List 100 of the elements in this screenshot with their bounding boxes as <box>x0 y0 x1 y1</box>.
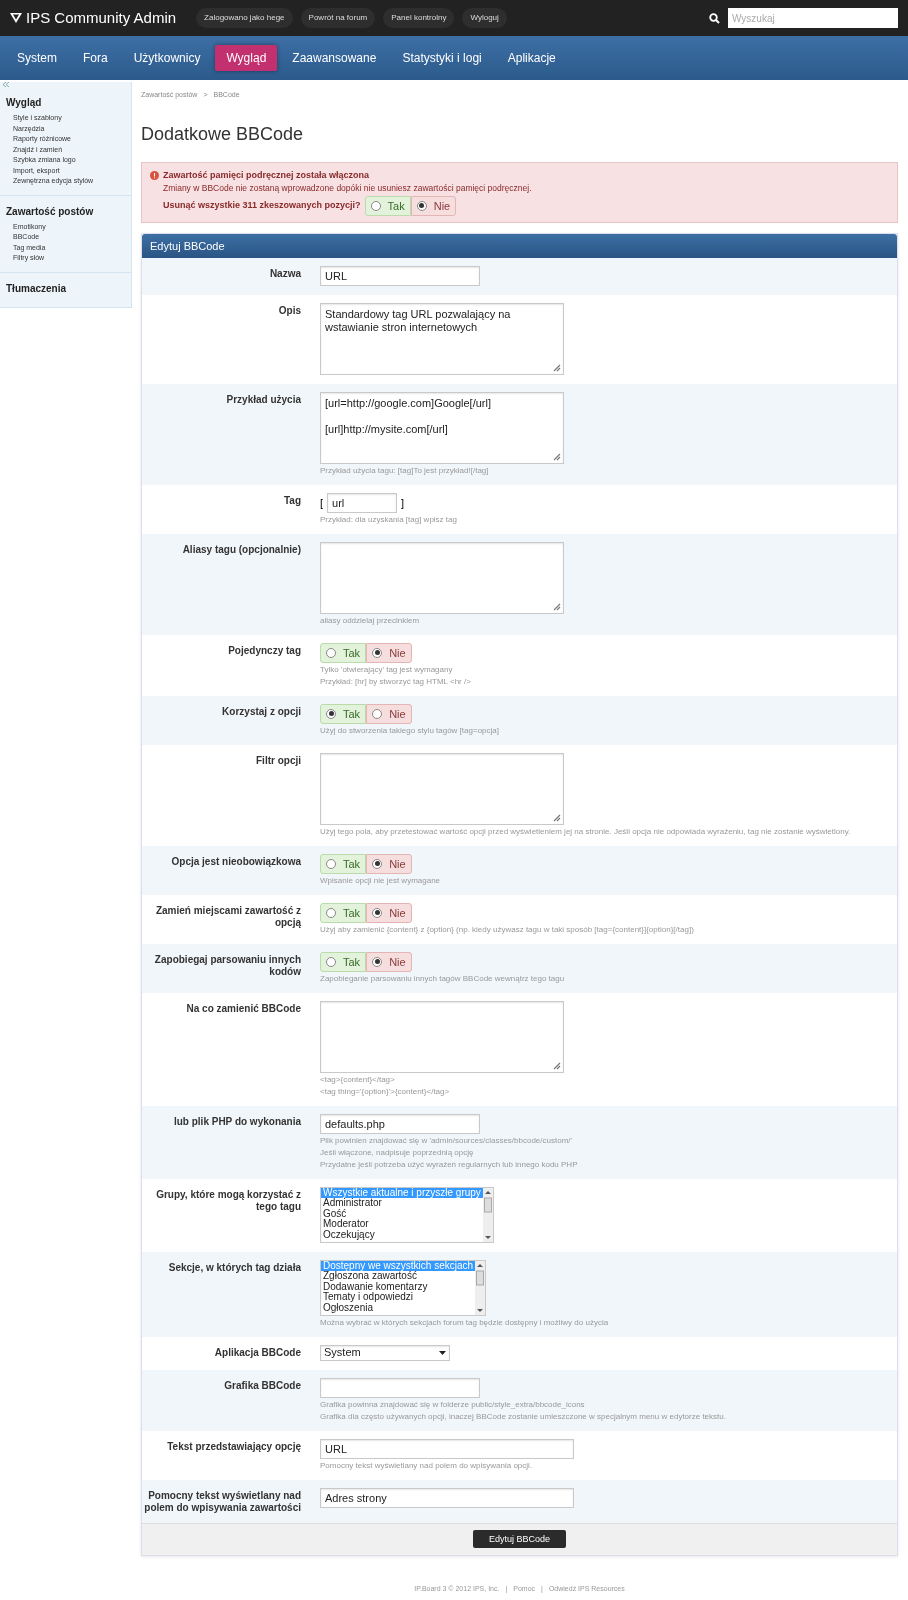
radio-option[interactable]: Tak <box>320 902 367 923</box>
radio-option[interactable]: Tak <box>364 195 411 216</box>
help-text: Użyj tego pola, aby przetestować wartość opcji przed wyświetleniem jej na stronie. Jeśli opcja nie odpowiada wyrażeniu, tag nie zostanie wyświetlony. <box>320 825 852 837</box>
radio-icon <box>326 907 336 918</box>
field-label: Grafika BBCode <box>223 1378 302 1393</box>
help-text: Jeśli włączone, nadpisuje poprzednią opcję <box>320 1146 475 1158</box>
radio-option[interactable]: Tak <box>320 853 367 874</box>
radio-icon <box>326 956 336 967</box>
top-link[interactable]: Powrót na forum <box>300 8 376 28</box>
list-option[interactable]: Gość <box>321 1208 483 1220</box>
field-label: Na co zamienić BBCode <box>185 1001 302 1016</box>
text-field[interactable]: url <box>327 492 398 513</box>
search-icon[interactable] <box>709 12 720 24</box>
text-field[interactable]: URL <box>320 1438 574 1459</box>
text-area[interactable]: [url=http://google.com]Google[/url] [url]http://mysite.com[/url] <box>320 391 564 464</box>
resize-grip-icon[interactable] <box>553 363 561 372</box>
radio-icon <box>372 956 383 967</box>
nav-tab[interactable]: Wygląd <box>215 45 278 71</box>
field-label: Tekst przedstawiający opcję <box>166 1439 302 1454</box>
field-label: Pomocny tekst wyświetlany nad polem do wpisywania zawartości <box>143 1488 302 1514</box>
alert-message: Zmiany w BBCode nie zostaną wprowadzone dopóki nie usuniesz zawartości pamięci podręcznej. <box>162 182 533 195</box>
field-label: Zapobiegaj parsowaniu innych kodów <box>153 952 302 979</box>
help-text: Przykład użycia tagu: [tag]To jest przykład![/tag] <box>320 464 490 476</box>
app-title: IPS Community Admin <box>26 7 177 28</box>
sidebar-heading: Tłumaczenia <box>6 281 68 296</box>
list-option[interactable]: Moderator <box>321 1219 483 1230</box>
text-field[interactable]: URL <box>320 265 480 286</box>
nav-tab[interactable]: Użytkownicy <box>122 45 212 71</box>
submit-button[interactable]: Edytuj BBCode <box>472 1530 566 1549</box>
resize-grip-icon[interactable] <box>553 1061 561 1070</box>
list-option[interactable]: Oczekujący <box>321 1229 483 1241</box>
alert-question: Usunąć wszystkie 311 zkeszowanych pozycji? <box>163 199 361 212</box>
resize-grip-icon[interactable] <box>553 602 561 611</box>
help-text: Grafika dla często używanych opcji, inaczej BBCode zostanie umieszczone w specjalnym menu w edytorze tekstu. <box>320 1410 727 1422</box>
collapse-icon[interactable] <box>3 82 9 87</box>
list-box[interactable]: Dostępny we wszystkich sekcjach Zgłoszona zawartość Dodawanie komentarzy Tematy i odpowiedzi Ogłoszenia <box>320 1259 487 1316</box>
help-text: Zapobieganie parsowaniu innych tagów BBCode wewnątrz tego tagu <box>320 972 566 984</box>
radio-icon <box>372 907 383 918</box>
field-label: Opis <box>277 303 302 318</box>
list-option[interactable]: Ogłoszenia <box>321 1302 476 1314</box>
nav-tab[interactable]: Fora <box>72 45 119 71</box>
panel-header: Edytuj BBCode <box>142 233 897 258</box>
scrollbar-icon[interactable] <box>482 1187 493 1242</box>
text-field[interactable]: defaults.php <box>320 1113 480 1134</box>
field-label: Nazwa <box>268 266 302 281</box>
nav-tab[interactable]: System <box>6 45 68 71</box>
caret-icon <box>439 1350 446 1355</box>
list-option[interactable]: Tematy i odpowiedzi <box>321 1292 476 1303</box>
alert-title: Zawartość pamięci podręcznej została włączona <box>163 168 370 182</box>
field-label: Przykład użycia <box>225 392 302 407</box>
field-label: Korzystaj z opcji <box>221 704 302 719</box>
scrollbar-icon[interactable] <box>475 1260 486 1315</box>
radio-option[interactable]: Tak <box>320 642 367 663</box>
field-label: Sekcje, w których tag działa <box>167 1260 302 1275</box>
radio-icon <box>326 858 336 869</box>
top-link[interactable]: Zalogowano jako hege <box>196 8 293 28</box>
field-label: Aliasy tagu (opcjonalnie) <box>181 542 302 557</box>
top-link[interactable]: Panel kontrolny <box>383 8 455 28</box>
dropdown[interactable]: System <box>320 1344 450 1361</box>
search-field[interactable]: Wyszukaj <box>728 8 898 28</box>
radio-option[interactable]: Tak <box>320 703 367 724</box>
help-text: Można wybrać w których sekcjach forum tag będzie dostępny i możliwy do użycia <box>320 1316 610 1328</box>
radio-option[interactable]: Nie <box>366 951 412 972</box>
radio-icon <box>326 647 336 658</box>
list-option[interactable]: Dodawanie komentarzy <box>321 1281 476 1293</box>
text-field[interactable] <box>320 1377 480 1398</box>
field-label: Filtr opcji <box>255 753 302 768</box>
field-label: lub plik PHP do wykonania <box>172 1114 302 1129</box>
list-box[interactable]: Wszystkie aktualne i przyszłe grupy Administrator Gość Moderator Oczekujący <box>320 1186 494 1243</box>
resize-grip-icon[interactable] <box>553 813 561 822</box>
page-title: Dodatkowe BBCode <box>141 122 305 146</box>
help-text: Plik powinien znajdować się w 'admin/sources/classes/bbcode/custom/' <box>320 1134 574 1146</box>
radio-option[interactable]: Nie <box>366 642 412 663</box>
radio-option[interactable]: Nie <box>366 902 412 923</box>
nav-tab[interactable]: Aplikacje <box>496 45 567 71</box>
text-field[interactable]: Adres strony <box>320 1487 574 1508</box>
list-option[interactable]: Administrator <box>321 1198 483 1209</box>
radio-icon <box>370 200 381 211</box>
bracket: [ <box>320 495 324 511</box>
help-text: Przydatne jeśli potrzeba użyć wyrażeń regularnych lub innego kodu PHP <box>320 1158 579 1170</box>
radio-icon <box>372 647 383 658</box>
nav-tab[interactable]: Statystyki i logi <box>391 45 493 71</box>
help-text: Użyj do stworzenia takiego stylu tagów [tag=opcja] <box>320 724 500 736</box>
top-link[interactable]: Wyloguj <box>462 8 507 28</box>
radio-option[interactable]: Nie <box>410 195 457 216</box>
help-text: Grafika powinna znajdować się w folderze public/style_extra/bbcode_icons <box>320 1398 586 1410</box>
bracket: ] <box>401 495 405 511</box>
list-option[interactable]: Zgłoszona zawartość <box>321 1271 476 1282</box>
nav-tab[interactable]: Zaawansowane <box>281 45 388 71</box>
text-area[interactable]: Standardowy tag URL pozwalający na wstawianie stron internetowych <box>320 302 564 375</box>
resize-grip-icon[interactable] <box>553 452 561 461</box>
field-label: Tag <box>282 493 302 508</box>
field-label: Grupy, które mogą korzystać z tego tagu <box>155 1187 302 1214</box>
radio-icon <box>372 858 383 869</box>
radio-option[interactable]: Tak <box>320 951 367 972</box>
help-text: aliasy oddzielaj przecinkiem <box>320 614 421 626</box>
radio-option[interactable]: Nie <box>366 853 412 874</box>
radio-icon <box>416 200 427 211</box>
field-label: Opcja jest nieobowiązkowa <box>170 854 302 869</box>
radio-option[interactable]: Nie <box>366 703 412 724</box>
